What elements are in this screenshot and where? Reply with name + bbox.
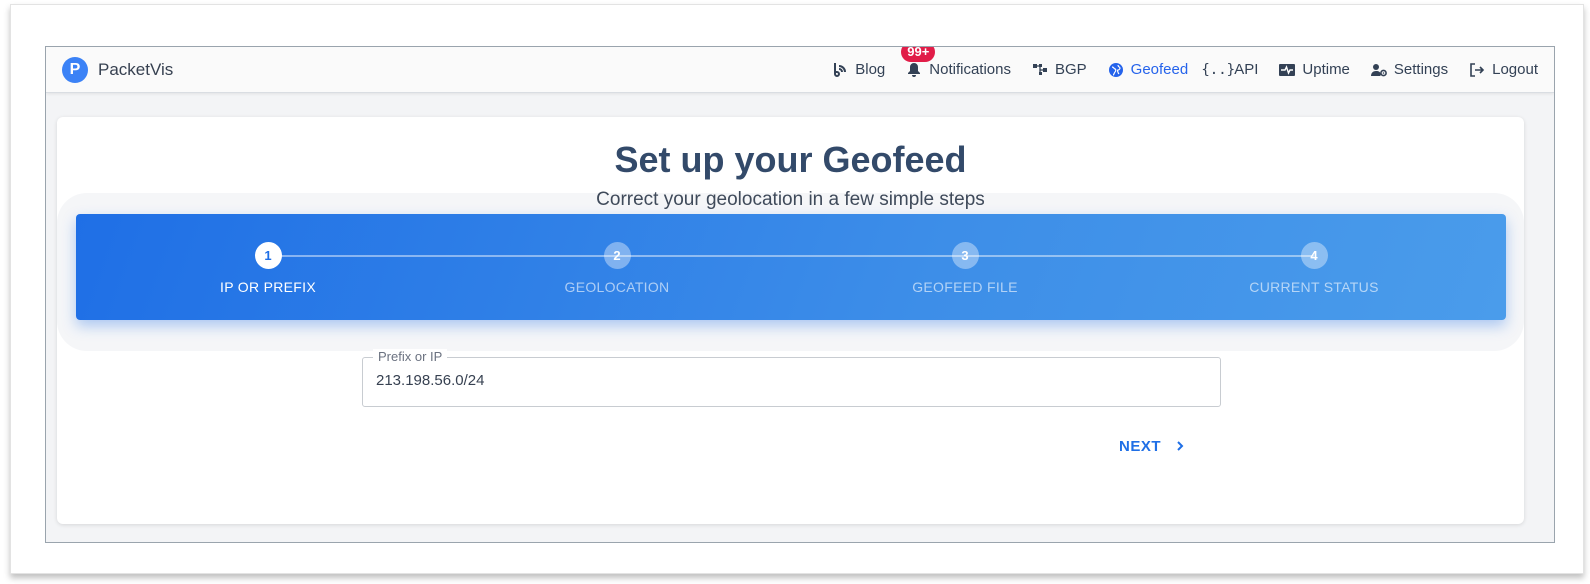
geofeed-setup-card: Set up your Geofeed Correct your geoloca… [57,117,1524,524]
nav-item-uptime[interactable]: Uptime [1278,61,1350,79]
brand[interactable]: P PacketVis [62,56,174,83]
nav-item-bgp[interactable]: BGP [1031,61,1087,79]
wizard-stepper: 1 IP OR PREFIX 2 GEOLOCATION 3 GEOFEED F… [76,214,1506,320]
nav-item-geofeed[interactable]: Geofeed [1107,61,1189,79]
user-gear-icon [1370,61,1388,79]
prefix-field-label: Prefix or IP [373,349,448,364]
step-geofeed-file[interactable]: 3 GEOFEED FILE [815,242,1115,295]
bell-icon [905,61,923,79]
next-button-label: NEXT [1119,437,1162,455]
top-navbar: P PacketVis Blog 99+ Notifications BGP G… [46,47,1554,93]
step-label: CURRENT STATUS [1249,279,1379,295]
step-number: 1 [254,242,282,269]
brand-name: PacketVis [98,59,174,79]
notifications-badge: 99+ [901,47,936,62]
heartbeat-icon [1278,61,1296,79]
step-number: 2 [603,242,631,269]
step-current-status[interactable]: 4 CURRENT STATUS [1164,242,1464,295]
page-title: Set up your Geofeed [614,139,967,180]
nav-label-logout: Logout [1492,61,1538,78]
nav-item-blog[interactable]: Blog [831,61,885,79]
sitemap-icon [1031,61,1049,79]
blog-icon [831,61,849,79]
nav-label-geofeed: Geofeed [1130,61,1189,78]
main-nav: Blog 99+ Notifications BGP Geofeed {..} … [831,47,1538,79]
nav-item-api[interactable]: {..} API [1201,61,1259,79]
nav-label-notifications: Notifications [929,61,1011,78]
step-geolocation[interactable]: 2 GEOLOCATION [467,242,767,295]
nav-label-uptime: Uptime [1302,61,1350,78]
step-label: IP OR PREFIX [220,279,316,295]
step-number: 4 [1300,242,1328,269]
nav-label-api: API [1234,61,1259,78]
prefix-input[interactable] [376,372,1196,389]
prefix-field: Prefix or IP [362,349,1221,407]
nav-label-bgp: BGP [1054,61,1087,78]
braces-icon: {..} [1201,61,1236,78]
nav-label-blog: Blog [855,61,886,78]
step-label: GEOFEED FILE [912,279,1018,295]
page-subtitle: Correct your geolocation in a few simple… [596,189,985,210]
nav-label-settings: Settings [1393,61,1449,78]
nav-item-notifications[interactable]: 99+ Notifications [901,47,1011,79]
next-button[interactable]: NEXT [1119,437,1189,455]
chevron-right-icon [1171,437,1189,455]
stepper-connector-line [268,255,1314,257]
brand-logo: P [62,56,88,83]
logout-icon [1468,61,1486,79]
step-label: GEOLOCATION [564,279,670,295]
app-frame: P PacketVis Blog 99+ Notifications BGP G… [45,46,1555,543]
step-ip-or-prefix[interactable]: 1 IP OR PREFIX [118,242,418,295]
nav-item-settings[interactable]: Settings [1370,61,1448,79]
step-number: 3 [951,242,979,269]
nav-item-logout[interactable]: Logout [1468,61,1538,79]
globe-icon [1107,61,1125,79]
